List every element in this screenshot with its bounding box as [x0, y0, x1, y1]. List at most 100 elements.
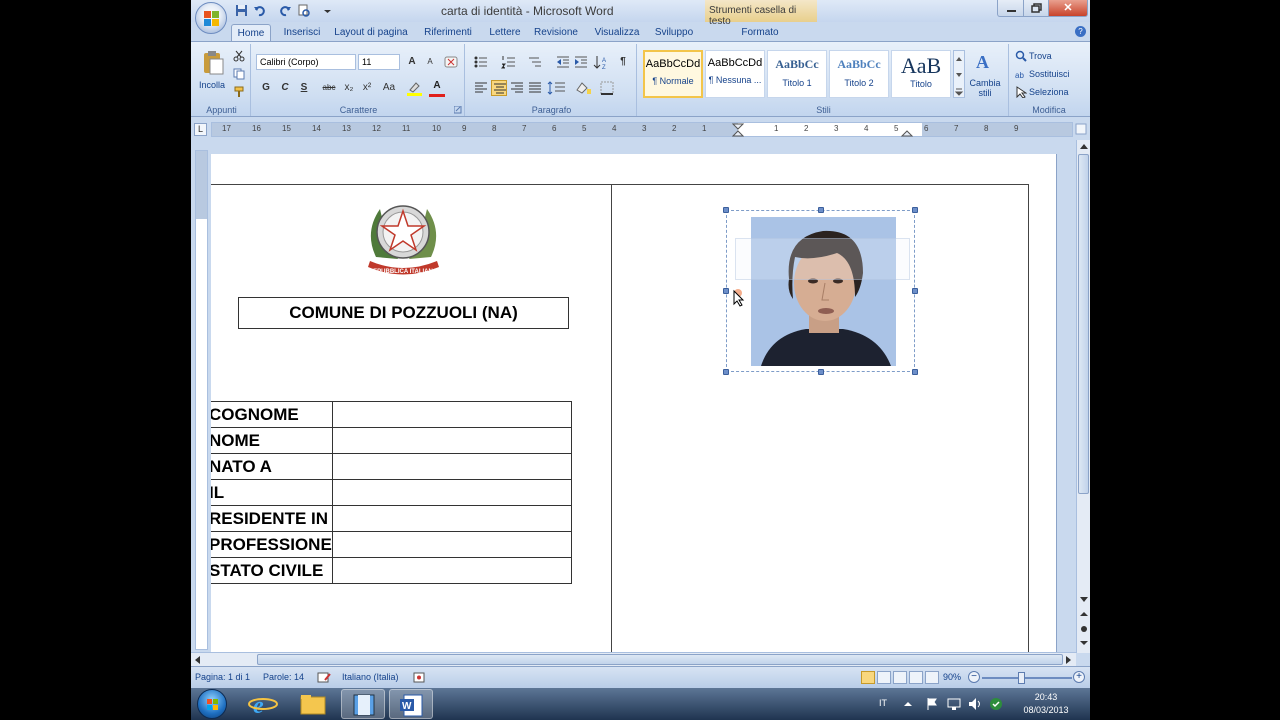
- change-styles-icon[interactable]: A: [973, 50, 995, 72]
- borders-icon[interactable]: [599, 80, 615, 96]
- resize-handle[interactable]: [723, 288, 729, 294]
- resize-handle[interactable]: [723, 207, 729, 213]
- paste-icon[interactable]: [203, 50, 225, 76]
- font-size-combo[interactable]: 11: [358, 54, 400, 70]
- replace-button[interactable]: Sostituisci: [1029, 69, 1070, 79]
- zoom-out-button[interactable]: −: [968, 671, 980, 683]
- strikethrough-button[interactable]: abc: [319, 80, 339, 96]
- show-formatting-button[interactable]: ¶: [615, 54, 631, 70]
- bold-button[interactable]: G: [258, 80, 274, 96]
- show-hidden-icons-icon[interactable]: [903, 699, 913, 709]
- print-layout-view-button[interactable]: [861, 671, 875, 684]
- highlight-icon[interactable]: [406, 80, 424, 96]
- resize-handle[interactable]: [912, 369, 918, 375]
- page-count[interactable]: Pagina: 1 di 1: [195, 672, 250, 682]
- scroll-down-icon[interactable]: [1079, 596, 1089, 604]
- horizontal-scrollbar[interactable]: [191, 652, 1076, 666]
- photo-textbox[interactable]: [723, 207, 918, 375]
- office-button[interactable]: [195, 2, 227, 34]
- start-button[interactable]: [197, 689, 227, 719]
- scroll-left-icon[interactable]: [193, 655, 201, 665]
- clock[interactable]: 20:43 08/03/2013: [1019, 691, 1073, 717]
- change-styles-button[interactable]: Cambia stili: [969, 78, 1001, 98]
- scroll-right-icon[interactable]: [1065, 655, 1073, 665]
- resize-handle[interactable]: [912, 288, 918, 294]
- style-titolo[interactable]: AaB Titolo: [891, 50, 951, 98]
- italic-button[interactable]: C: [277, 80, 293, 96]
- style-titolo-2[interactable]: AaBbCc Titolo 2: [829, 50, 889, 98]
- field-value-cell[interactable]: [331, 557, 572, 584]
- select-button[interactable]: Seleziona: [1029, 87, 1069, 97]
- paste-button[interactable]: Incolla: [199, 80, 225, 90]
- full-screen-reading-view-button[interactable]: [877, 671, 891, 684]
- emblem-image[interactable]: REPUBBLICA ITALIANA: [358, 187, 449, 287]
- align-center-icon[interactable]: [491, 80, 507, 96]
- field-value-cell[interactable]: [331, 401, 572, 428]
- resize-handle[interactable]: [818, 369, 824, 375]
- copy-icon[interactable]: [233, 68, 245, 80]
- sort-icon[interactable]: AZ: [593, 54, 609, 70]
- subscript-button[interactable]: x₂: [341, 80, 357, 96]
- field-value-cell[interactable]: [331, 505, 572, 532]
- grow-font-button[interactable]: A: [404, 54, 420, 70]
- outline-view-button[interactable]: [909, 671, 923, 684]
- zoom-slider-knob[interactable]: [1018, 672, 1025, 684]
- line-spacing-icon[interactable]: [547, 80, 567, 96]
- numbering-icon[interactable]: [501, 54, 517, 70]
- field-value-cell[interactable]: [331, 427, 572, 454]
- underline-button[interactable]: S: [296, 80, 312, 96]
- right-indent-marker-icon[interactable]: [901, 123, 913, 137]
- field-value-cell[interactable]: [331, 531, 572, 558]
- macro-record-icon[interactable]: [413, 672, 425, 683]
- horizontal-scroll-thumb[interactable]: [257, 654, 1063, 665]
- font-dialog-launcher-icon[interactable]: [454, 106, 462, 114]
- change-case-button[interactable]: Aa: [379, 80, 399, 96]
- align-right-icon[interactable]: [509, 80, 525, 96]
- tab-selector[interactable]: L: [194, 123, 207, 136]
- volume-icon[interactable]: [968, 697, 982, 711]
- shrink-font-button[interactable]: A: [422, 54, 438, 70]
- font-name-combo[interactable]: Calibri (Corpo): [256, 54, 356, 70]
- help-icon[interactable]: ?: [1075, 26, 1086, 37]
- maximize-button[interactable]: [1023, 0, 1049, 17]
- comune-title[interactable]: COMUNE DI POZZUOLI (NA): [238, 297, 569, 329]
- save-icon[interactable]: [235, 4, 248, 17]
- cut-icon[interactable]: [233, 50, 245, 62]
- resize-handle[interactable]: [723, 369, 729, 375]
- superscript-button[interactable]: x²: [359, 80, 375, 96]
- style-nessuna-spaziatura[interactable]: AaBbCcDd ¶ Nessuna ...: [705, 50, 765, 98]
- field-value-cell[interactable]: [331, 453, 572, 480]
- taskbar-explorer[interactable]: [291, 689, 335, 719]
- taskbar-microsoft-word[interactable]: W: [389, 689, 433, 719]
- undo-icon[interactable]: [253, 4, 266, 17]
- decrease-indent-icon[interactable]: [555, 54, 571, 70]
- shading-icon[interactable]: [573, 80, 593, 96]
- zoom-slider[interactable]: [982, 677, 1072, 679]
- taskbar-internet-explorer[interactable]: e: [241, 689, 285, 719]
- view-ruler-icon[interactable]: [1075, 123, 1087, 135]
- action-center-icon[interactable]: [925, 697, 939, 711]
- redo-icon[interactable]: [279, 4, 292, 17]
- resize-handle[interactable]: [912, 207, 918, 213]
- taskbar-video-app[interactable]: [341, 689, 385, 719]
- vertical-scrollbar[interactable]: [1076, 140, 1090, 653]
- minimize-button[interactable]: [997, 0, 1024, 17]
- mini-toolbar[interactable]: [735, 238, 910, 280]
- resize-handle[interactable]: [818, 207, 824, 213]
- language-indicator[interactable]: Italiano (Italia): [342, 672, 399, 682]
- browse-object-icon[interactable]: [1079, 624, 1089, 634]
- zoom-in-button[interactable]: +: [1073, 671, 1085, 683]
- scroll-up-icon[interactable]: [1079, 142, 1089, 150]
- increase-indent-icon[interactable]: [573, 54, 589, 70]
- input-language[interactable]: IT: [879, 698, 887, 708]
- close-button[interactable]: ✕: [1048, 0, 1088, 17]
- word-count[interactable]: Parole: 14: [263, 672, 304, 682]
- clear-formatting-icon[interactable]: [443, 54, 459, 70]
- horizontal-ruler[interactable]: 17 16 15 14 13 12 11 10 9 8 7 6 5 4 3 2 1 123456789: [211, 122, 1073, 137]
- vertical-scroll-thumb[interactable]: [1078, 154, 1089, 494]
- customize-qat-icon[interactable]: [321, 4, 334, 17]
- font-color-button[interactable]: A: [429, 78, 445, 94]
- find-button[interactable]: Trova: [1029, 51, 1052, 61]
- next-page-icon[interactable]: [1079, 638, 1089, 648]
- align-left-icon[interactable]: [473, 80, 489, 96]
